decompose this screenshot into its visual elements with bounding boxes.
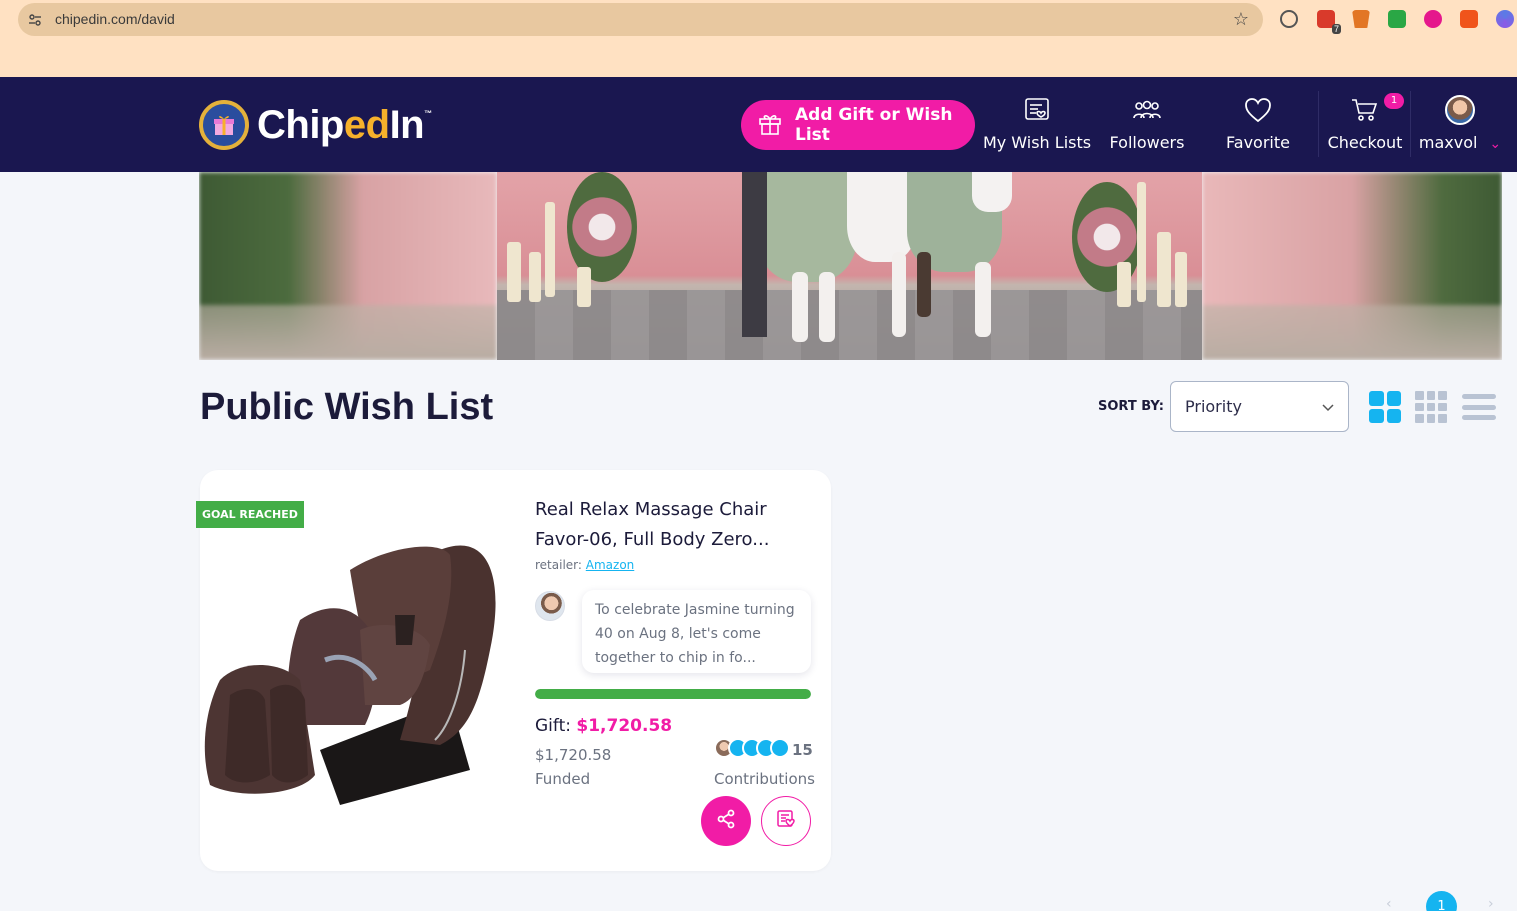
cover-photo [497,172,1202,360]
extension-icon[interactable] [1388,10,1406,28]
user-menu[interactable]: maxvol ⌄ [1418,77,1501,172]
add-gift-button[interactable]: Add Gift or Wish List [741,100,975,150]
nav-favorite-label: Favorite [1226,133,1290,152]
chipedin-logo[interactable]: ChipedIn™ [199,100,432,150]
chevron-down-icon[interactable]: ⌄ [1489,136,1501,152]
nav-followers-label: Followers [1109,133,1185,152]
gift-price: $1,720.58 [576,716,673,736]
sort-value: Priority [1185,397,1242,416]
site-settings-icon[interactable] [26,11,44,29]
chevron-down-icon [1322,397,1334,416]
retailer-line: retailer: Amazon [535,558,634,572]
extension-badge: 7 [1331,24,1341,34]
grid-large-view-icon[interactable] [1369,391,1401,423]
wish-list-icon [1023,95,1051,125]
creator-avatar[interactable] [535,591,565,621]
nav-followers[interactable]: Followers [1109,77,1185,172]
cover-banner [199,172,1502,360]
gift-logo-icon [199,100,249,150]
share-button[interactable] [701,796,751,846]
cart-count-badge: 1 [1384,93,1404,109]
wish-item-card[interactable]: GOAL REACHED Real Relax Massage Chair Fa… [196,470,831,871]
contributor-avatar [770,738,790,758]
contributor-avatars[interactable] [714,738,790,758]
item-title[interactable]: Real Relax Massage Chair Favor-06, Full … [535,495,795,555]
banner-blur-right [1202,172,1502,360]
heart-icon [1244,95,1272,125]
grammarly-extension-icon[interactable] [1280,10,1298,28]
pagination-page[interactable]: 1 [1426,891,1457,911]
funded-amount: $1,720.58 [535,746,612,764]
grid-small-view-icon[interactable] [1415,391,1447,423]
extension-icon[interactable] [1460,10,1478,28]
add-gift-label: Add Gift or Wish List [795,105,953,145]
username: maxvol [1418,133,1478,152]
funding-progress-fill [535,689,811,699]
user-avatar [1445,95,1475,125]
gift-line: Gift: $1,720.58 [535,716,672,736]
contributions-label: Contributions [714,770,815,788]
page-title: Public Wish List [200,386,494,428]
wish-list-heart-icon [775,808,797,834]
metamask-extension-icon[interactable] [1352,10,1370,28]
share-icon [715,808,737,834]
nav-divider [1410,91,1411,157]
gift-icon [757,110,783,141]
nav-checkout[interactable]: 1 Checkout [1327,77,1404,172]
extension-icon[interactable]: 7 [1317,10,1341,34]
sort-dropdown[interactable]: Priority [1170,381,1349,432]
nav-divider [1318,91,1319,157]
retailer-link[interactable]: Amazon [586,558,635,572]
list-view-icon[interactable] [1462,391,1496,423]
sort-label: SORT BY: [1098,399,1164,414]
nav-my-wish-lists[interactable]: My Wish Lists [983,77,1091,172]
followers-icon [1131,95,1163,125]
address-bar[interactable]: chipedin.com/david ☆ [18,3,1263,36]
pagination-next[interactable]: › [1488,896,1494,911]
site-header: ChipedIn™ Add Gift or Wish List My Wish … [0,77,1517,172]
item-message: To celebrate Jasmine turning 40 on Aug 8… [582,590,811,673]
pagination-prev[interactable]: ‹ [1386,896,1392,911]
product-image[interactable] [200,530,510,810]
extensions-menu-icon[interactable] [1496,10,1514,28]
nav-favorite[interactable]: Favorite [1222,77,1294,172]
contributions-count: 15 [792,741,813,759]
goal-reached-badge: GOAL REACHED [196,501,304,528]
logo-wordmark: ChipedIn™ [257,102,432,147]
extension-icon[interactable] [1424,10,1442,28]
funded-label: Funded [535,770,591,788]
banner-blur-left [199,172,497,360]
browser-toolbar: chipedin.com/david ☆ 7 [0,0,1517,77]
bookmark-star-icon[interactable]: ☆ [1233,9,1249,30]
retailer-label: retailer: [535,558,582,572]
nav-my-wish-lists-label: My Wish Lists [982,133,1092,152]
url-text[interactable]: chipedin.com/david [55,11,175,27]
funding-progress-bar [535,689,811,699]
nav-checkout-label: Checkout [1327,133,1403,152]
add-to-wish-list-button[interactable] [761,796,811,846]
gift-label: Gift: [535,716,571,736]
cart-icon [1351,95,1379,125]
